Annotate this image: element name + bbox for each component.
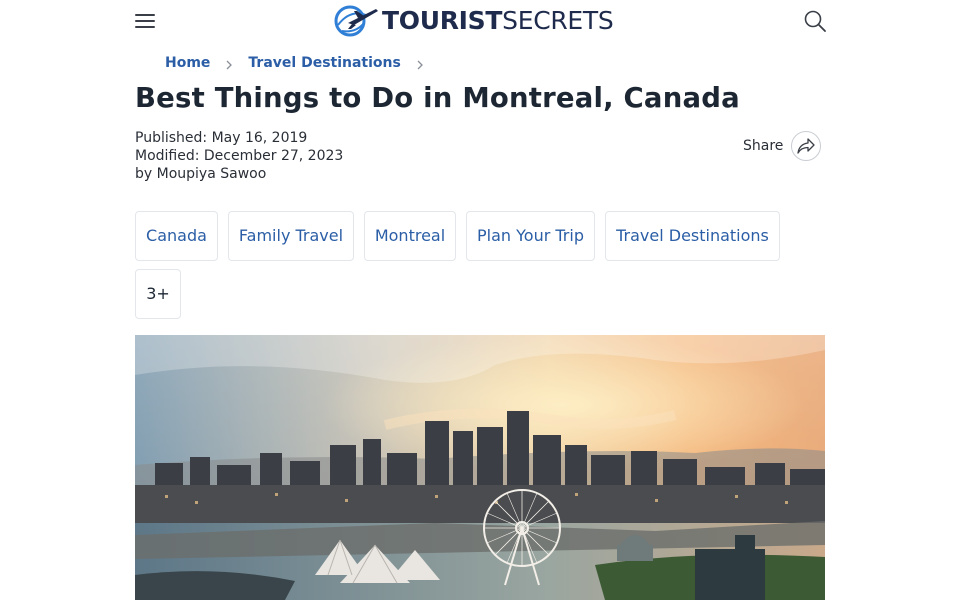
- published-date: Published: May 16, 2019: [135, 130, 308, 146]
- hamburger-menu-icon[interactable]: [135, 12, 157, 30]
- more-tags-button[interactable]: 3+: [135, 269, 181, 319]
- page-title: Best Things to Do in Montreal, Canada: [135, 82, 740, 114]
- share-arrow-icon: [791, 131, 822, 161]
- breadcrumb: Home Travel Destinations: [165, 54, 439, 72]
- tag-family-travel[interactable]: Family Travel: [228, 211, 354, 261]
- article-meta: Published: May 16, 2019 Modified: Decemb…: [135, 129, 343, 183]
- breadcrumb-travel-destinations-link[interactable]: Travel Destinations: [248, 54, 400, 72]
- site-header: TOURISTSECRETS: [0, 0, 960, 44]
- share-label: Share: [743, 138, 784, 154]
- breadcrumb-home-link[interactable]: Home: [165, 54, 210, 72]
- tag-travel-destinations[interactable]: Travel Destinations: [605, 211, 780, 261]
- airplane-globe-icon: [334, 5, 378, 37]
- author-byline: by Moupiya Sawoo: [135, 166, 267, 182]
- tag-canada[interactable]: Canada: [135, 211, 218, 261]
- logo-brand-light: SECRETS: [502, 6, 614, 35]
- search-icon[interactable]: [804, 10, 826, 32]
- tag-montreal[interactable]: Montreal: [364, 211, 456, 261]
- site-logo[interactable]: TOURISTSECRETS: [332, 3, 614, 39]
- logo-brand-bold: TOURIST: [382, 6, 503, 35]
- modified-date: Modified: December 27, 2023: [135, 148, 344, 164]
- chevron-right-icon: [224, 58, 234, 70]
- hero-image: [135, 335, 825, 600]
- tag-plan-your-trip[interactable]: Plan Your Trip: [466, 211, 595, 261]
- share-button[interactable]: Share: [743, 131, 822, 161]
- chevron-right-icon: [415, 58, 425, 70]
